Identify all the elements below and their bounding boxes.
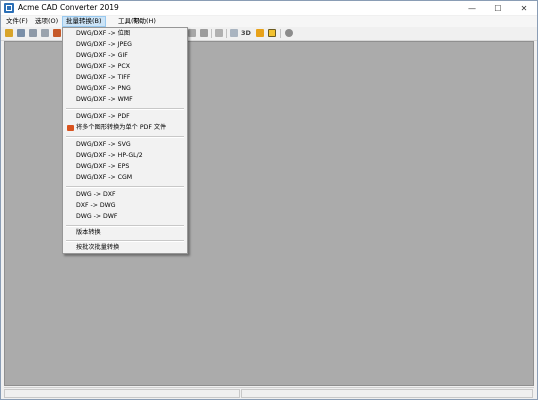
pdf-merge-icon bbox=[67, 125, 74, 131]
menu-separator bbox=[66, 136, 184, 138]
menu-item-dwg-to-jpeg[interactable]: DWG/DXF -> JPEG bbox=[64, 40, 186, 50]
menu-file[interactable]: 文件(F) bbox=[3, 16, 31, 27]
menu-item-dxf-to-dwg[interactable]: DXF -> DWG bbox=[64, 201, 186, 211]
maximize-button[interactable]: ☐ bbox=[485, 1, 511, 15]
window-title: Acme CAD Converter 2019 bbox=[18, 3, 119, 12]
menu-item-dwg-to-pcx[interactable]: DWG/DXF -> PCX bbox=[64, 62, 186, 72]
menu-item-dwg-to-bitmap[interactable]: DWG/DXF -> 位图 bbox=[64, 29, 186, 39]
view-3d-button[interactable]: 3D bbox=[241, 29, 251, 37]
toolbar-separator bbox=[280, 29, 281, 38]
minimize-button[interactable]: — bbox=[459, 1, 485, 15]
convert-icon[interactable] bbox=[53, 29, 61, 37]
print-icon[interactable] bbox=[41, 29, 49, 37]
save-as-icon[interactable] bbox=[29, 29, 37, 37]
toolbar-separator bbox=[226, 29, 227, 38]
open-folder-icon[interactable] bbox=[5, 29, 13, 37]
menu-options[interactable]: 选项(O) bbox=[32, 16, 61, 27]
menu-separator bbox=[66, 186, 184, 188]
info-icon[interactable] bbox=[285, 29, 293, 37]
rotate-icon[interactable] bbox=[200, 29, 208, 37]
zoom-icon[interactable] bbox=[230, 29, 238, 37]
menu-item-dwg-to-svg[interactable]: DWG/DXF -> SVG bbox=[64, 140, 186, 150]
app-icon bbox=[4, 3, 14, 13]
status-pane-right bbox=[241, 389, 533, 398]
menu-item-dwg-to-dxf[interactable]: DWG -> DXF bbox=[64, 190, 186, 200]
image-icon[interactable] bbox=[268, 29, 276, 37]
menu-separator bbox=[66, 240, 184, 242]
menu-item-dwg-to-hpgl2[interactable]: DWG/DXF -> HP-GL/2 bbox=[64, 151, 186, 161]
app-window: Acme CAD Converter 2019 — ☐ ✕ 文件(F) 选项(O… bbox=[0, 0, 538, 400]
menu-batch-convert[interactable]: 批量转换(B) bbox=[62, 16, 106, 27]
menu-item-dwg-to-dwf[interactable]: DWG -> DWF bbox=[64, 212, 186, 222]
menu-item-dwg-to-png[interactable]: DWG/DXF -> PNG bbox=[64, 84, 186, 94]
status-pane-left bbox=[4, 389, 240, 398]
menu-item-dwg-to-eps[interactable]: DWG/DXF -> EPS bbox=[64, 162, 186, 172]
title-bar: Acme CAD Converter 2019 — ☐ ✕ bbox=[1, 1, 537, 15]
menu-bar: 文件(F) 选项(O) 批量转换(B) 工具(T) 帮助(H) bbox=[1, 16, 537, 27]
menu-item-dwg-to-gif[interactable]: DWG/DXF -> GIF bbox=[64, 51, 186, 61]
menu-item-multi-to-single-pdf-label: 将多个图形转换为单个 PDF 文件 bbox=[76, 124, 167, 131]
menu-item-dwg-to-pdf[interactable]: DWG/DXF -> PDF bbox=[64, 112, 186, 122]
close-button[interactable]: ✕ bbox=[511, 1, 537, 15]
menu-item-dwg-to-tiff[interactable]: DWG/DXF -> TIFF bbox=[64, 73, 186, 83]
pan-icon[interactable] bbox=[188, 29, 196, 37]
menu-item-batch-by-batch[interactable]: 按批次批量转换 bbox=[64, 243, 186, 253]
menu-separator bbox=[66, 225, 184, 227]
toolbar-separator bbox=[211, 29, 212, 38]
menu-item-version-convert[interactable]: 版本转换 bbox=[64, 228, 186, 238]
status-bar bbox=[4, 387, 534, 399]
layers-icon[interactable] bbox=[215, 29, 223, 37]
save-icon[interactable] bbox=[17, 29, 25, 37]
menu-help[interactable]: 帮助(H) bbox=[130, 16, 159, 27]
menu-item-dwg-to-cgm[interactable]: DWG/DXF -> CGM bbox=[64, 173, 186, 183]
menu-item-dwg-to-wmf[interactable]: DWG/DXF -> WMF bbox=[64, 95, 186, 105]
menu-separator bbox=[66, 108, 184, 110]
menu-item-multi-to-single-pdf[interactable]: 将多个图形转换为单个 PDF 文件 bbox=[64, 123, 186, 133]
batch-convert-dropdown: DWG/DXF -> 位图 DWG/DXF -> JPEG DWG/DXF ->… bbox=[62, 27, 188, 254]
window-controls: — ☐ ✕ bbox=[459, 1, 537, 15]
warning-icon[interactable] bbox=[256, 29, 264, 37]
